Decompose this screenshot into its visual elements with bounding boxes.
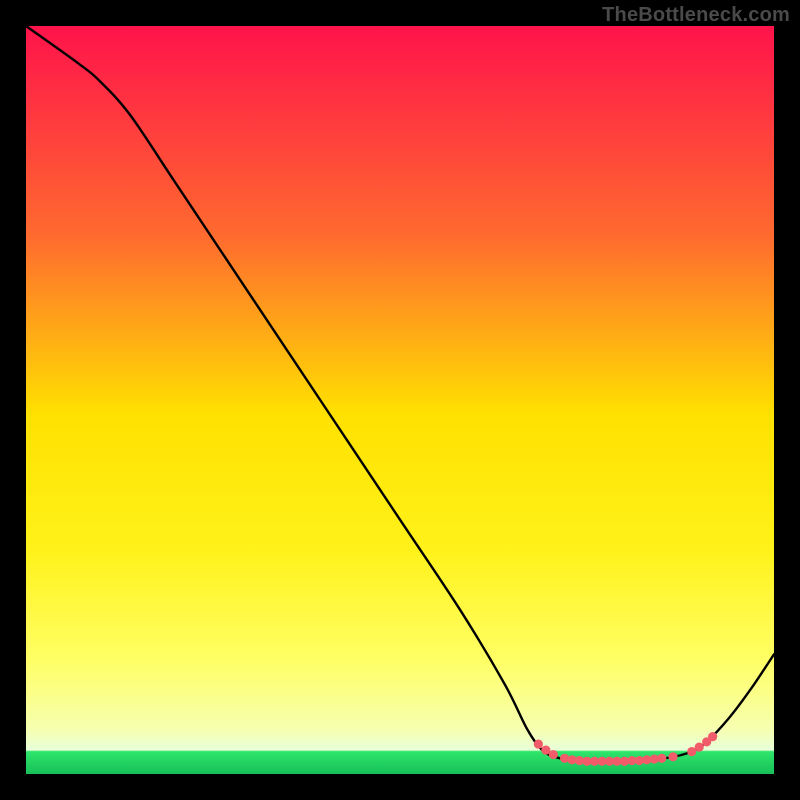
chart-stage: TheBottleneck.com (0, 0, 800, 800)
chart-svg (26, 26, 774, 774)
gradient-background (26, 26, 774, 774)
optimum-marker (549, 750, 558, 759)
optimum-marker (708, 732, 717, 741)
watermark-text: TheBottleneck.com (602, 4, 790, 27)
optimum-marker (534, 739, 543, 748)
optimum-marker (668, 752, 677, 761)
optimum-marker (657, 754, 666, 763)
optimum-marker (695, 742, 704, 751)
plot-area (26, 26, 774, 774)
